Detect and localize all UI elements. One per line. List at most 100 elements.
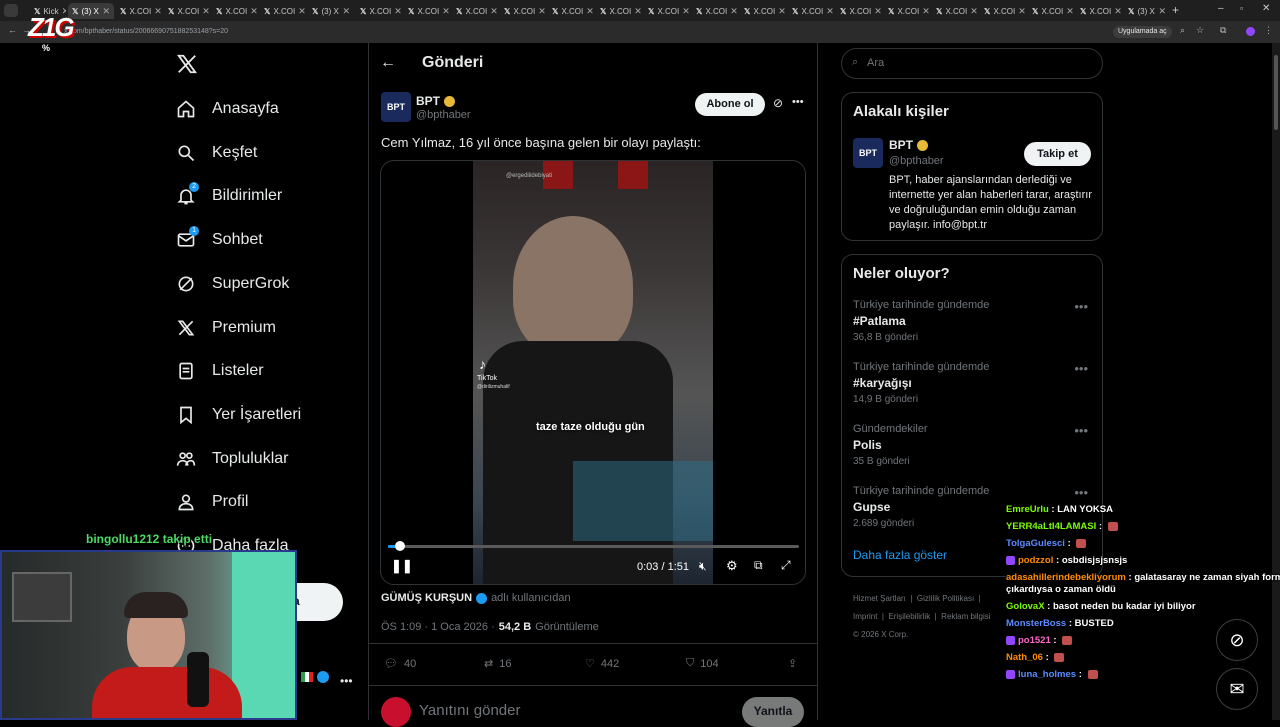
account-more-icon[interactable]: ••• <box>340 674 353 688</box>
scrollbar[interactable] <box>1272 43 1280 720</box>
nav-item-person[interactable]: Profil <box>176 487 248 517</box>
subscribe-button[interactable]: Abone ol <box>695 93 765 116</box>
star-icon[interactable]: ☆ <box>1196 25 1204 36</box>
pause-icon[interactable]: ❚❚ <box>391 558 413 574</box>
browser-tab[interactable]: 𝕏 X.COI ✕ <box>884 3 930 19</box>
browser-tab[interactable]: 𝕏 X.COI ✕ <box>548 3 594 19</box>
back-arrow-icon[interactable]: ← <box>380 54 396 72</box>
footer-link[interactable]: Imprint <box>853 612 877 621</box>
nav-item-people[interactable]: Topluluklar <box>176 444 288 474</box>
scrollbar-thumb[interactable] <box>1274 55 1278 130</box>
tab-close-icon[interactable]: ✕ <box>922 6 930 17</box>
bookmark-action[interactable]: ⛉ 104 <box>686 657 719 670</box>
trend-more-icon[interactable]: ••• <box>1074 299 1088 314</box>
tab-close-icon[interactable]: ✕ <box>1018 6 1026 17</box>
nav-item-grok[interactable]: SuperGrok <box>176 269 289 299</box>
profile-avatar[interactable] <box>1246 27 1255 36</box>
browser-tab[interactable]: 𝕏 X.COI ✕ <box>116 3 162 19</box>
browser-tab[interactable]: 𝕏 X.COI ✕ <box>692 3 738 19</box>
nav-item-bell[interactable]: 2 Bildirimler <box>176 181 282 211</box>
tab-search-icon[interactable] <box>4 4 18 17</box>
tab-close-icon[interactable]: ✕ <box>394 6 402 17</box>
picture-in-picture-icon[interactable]: ⧉ <box>754 558 763 573</box>
video-scrubber[interactable] <box>395 541 406 551</box>
browser-tab[interactable]: 𝕏 X.COI ✕ <box>452 3 498 19</box>
extensions-icon[interactable]: ⧉ <box>1220 25 1226 36</box>
browser-tab[interactable]: 𝕏 X.COI ✕ <box>404 3 450 19</box>
grok-float-icon[interactable]: ⊘ <box>1216 619 1258 661</box>
trend-item[interactable]: Türkiye tarihinde gündemde #karyağışı 14,9… <box>842 355 1102 411</box>
tab-close-icon[interactable]: ✕ <box>1114 6 1122 17</box>
nav-item-x-logo[interactable]: Premium <box>176 313 276 343</box>
browser-tab[interactable]: 𝕏 X.COI ✕ <box>932 3 978 19</box>
browser-tab[interactable]: 𝕏 (3) X ✕ <box>68 3 114 19</box>
tab-close-icon[interactable]: ✕ <box>250 6 258 17</box>
open-in-app-button[interactable]: Uygulamada aç <box>1113 26 1172 38</box>
search-input[interactable]: ⌕ Ara <box>841 48 1103 79</box>
reply-button[interactable]: Yanıtla <box>742 697 804 727</box>
video-player[interactable]: @ergedilidebiyati ♪ TikTok @dirilizmuhal… <box>380 160 806 585</box>
browser-tab[interactable]: 𝕏 X.COI ✕ <box>644 3 690 19</box>
tab-close-icon[interactable]: ✕ <box>1066 6 1074 17</box>
tab-close-icon[interactable]: ✕ <box>154 6 162 17</box>
reply-action[interactable]: 💬︎ 40 <box>384 657 416 671</box>
like-action[interactable]: ♡ 442 <box>585 657 619 671</box>
back-nav-icon[interactable]: ← <box>8 25 17 35</box>
tab-close-icon[interactable]: ✕ <box>442 6 450 17</box>
tab-close-icon[interactable]: ✕ <box>730 6 738 17</box>
zoom-icon[interactable]: ⌕ <box>1180 25 1185 36</box>
tab-close-icon[interactable]: ✕ <box>1158 6 1166 17</box>
footer-link[interactable]: Hizmet Şartları <box>853 594 906 603</box>
browser-tab[interactable]: 𝕏 X.COI ✕ <box>788 3 834 19</box>
close-window-button[interactable]: ✕ <box>1262 3 1270 14</box>
trend-more-icon[interactable]: ••• <box>1074 423 1088 438</box>
browser-tab[interactable]: 𝕏 X.COI ✕ <box>980 3 1026 19</box>
messages-float-icon[interactable]: ✉ <box>1216 668 1258 710</box>
source-name[interactable]: GÜMÜŞ KURŞUN <box>381 592 472 604</box>
tab-close-icon[interactable]: ✕ <box>970 6 978 17</box>
nav-item-home[interactable]: Anasayfa <box>176 94 279 124</box>
post-more-icon[interactable]: ••• <box>792 96 804 108</box>
nav-item-mail[interactable]: 1 Sohbet <box>176 225 263 255</box>
trend-more-icon[interactable]: ••• <box>1074 361 1088 376</box>
x-home-logo[interactable] <box>176 53 198 80</box>
browser-tab[interactable]: 𝕏 X.COI ✕ <box>596 3 642 19</box>
grok-icon[interactable]: ⊘ <box>773 96 783 110</box>
mute-icon[interactable]: 🔇︎ <box>699 559 707 574</box>
tab-close-icon[interactable]: ✕ <box>874 6 882 17</box>
tab-close-icon[interactable]: ✕ <box>538 6 546 17</box>
video-progress-track[interactable] <box>388 541 799 551</box>
author-name[interactable]: BPT <box>416 94 455 108</box>
relevant-avatar[interactable]: BPT <box>853 138 883 168</box>
repost-action[interactable]: ⇄ 16 <box>484 657 511 671</box>
trend-item[interactable]: Türkiye tarihinde gündemde #Patlama 36,8 B… <box>842 293 1102 349</box>
nav-item-search[interactable]: Keşfet <box>176 138 257 168</box>
browser-tab[interactable]: 𝕏 X.COI ✕ <box>356 3 402 19</box>
share-icon[interactable]: ⇪ <box>788 657 797 670</box>
tab-close-icon[interactable]: ✕ <box>682 6 690 17</box>
footer-link[interactable]: Reklam bilgisi <box>941 612 990 621</box>
settings-icon[interactable]: ⚙ <box>726 558 738 574</box>
tab-close-icon[interactable]: ✕ <box>342 6 350 17</box>
tab-close-icon[interactable]: ✕ <box>586 6 594 17</box>
minimize-button[interactable]: – <box>1218 3 1224 14</box>
trend-item[interactable]: Gündemdekiler Polis 35 B gönderi ••• <box>842 417 1102 473</box>
fullscreen-icon[interactable]: ⤢ <box>781 558 791 573</box>
url-input[interactable]: x.com/bpthaber/status/200666907518825314… <box>64 25 228 39</box>
browser-tab[interactable]: 𝕏 X.COI ✕ <box>740 3 786 19</box>
tab-close-icon[interactable]: ✕ <box>298 6 306 17</box>
browser-tab[interactable]: 𝕏 (3) X ✕ <box>308 3 354 19</box>
follow-button[interactable]: Takip et <box>1024 142 1091 166</box>
maximize-button[interactable]: ▫ <box>1240 3 1243 13</box>
browser-tab[interactable]: 𝕏 X.COI ✕ <box>1028 3 1074 19</box>
footer-link[interactable]: Erişilebilirlik <box>888 612 930 621</box>
browser-tab[interactable]: 𝕏 X.COI ✕ <box>212 3 258 19</box>
browser-tab[interactable]: 𝕏 X.COI ✕ <box>500 3 546 19</box>
browser-tab[interactable]: 𝕏 X.COI ✕ <box>260 3 306 19</box>
author-avatar[interactable]: BPT <box>381 92 411 122</box>
nav-item-list[interactable]: Listeler <box>176 356 264 386</box>
relevant-name[interactable]: BPT <box>889 138 928 152</box>
tab-close-icon[interactable]: ✕ <box>202 6 210 17</box>
new-tab-button[interactable]: + <box>1172 3 1179 17</box>
reply-input[interactable]: Yanıtını gönder <box>419 702 520 719</box>
